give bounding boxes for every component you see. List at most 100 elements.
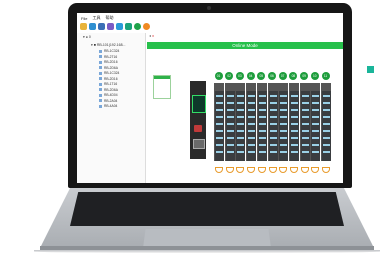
- io-module-header: [322, 83, 331, 91]
- slot-badge[interactable]: 01: [214, 72, 223, 80]
- coil-icon: [279, 167, 288, 173]
- tree-item[interactable]: RB-1C324: [99, 49, 119, 53]
- menu-help[interactable]: 帮助: [105, 15, 113, 21]
- tree-item[interactable]: RB-2T16: [99, 55, 117, 59]
- terminal-stripe: [237, 109, 245, 111]
- keyboard: [70, 192, 344, 226]
- io-module[interactable]: [321, 83, 331, 161]
- slot-badge[interactable]: 09: [300, 72, 309, 80]
- io-module-header: [279, 83, 289, 91]
- user-icon[interactable]: [125, 23, 132, 30]
- slot-badge[interactable]: 07: [278, 72, 287, 80]
- tree-node-rb101[interactable]: ▾ ■ RB-101(192.168...: [91, 43, 125, 47]
- terminal-stripe: [280, 144, 288, 146]
- io-module[interactable]: [310, 83, 321, 161]
- terminal-stripe: [258, 144, 266, 146]
- terminal-stripe: [216, 109, 223, 111]
- terminal-stripe: [280, 102, 288, 104]
- io-module[interactable]: [267, 83, 278, 161]
- io-module[interactable]: [278, 83, 289, 161]
- coil-icon: [257, 167, 266, 173]
- terminal-stripe: [301, 151, 309, 153]
- io-module[interactable]: [299, 83, 310, 161]
- slot-badge[interactable]: 05: [257, 72, 266, 80]
- terminal-stripe: [323, 116, 330, 118]
- slot-badge[interactable]: 08: [289, 72, 298, 80]
- tree-item[interactable]: RB-2D16: [99, 60, 118, 64]
- terminal-stripe: [290, 116, 298, 118]
- terminal-stripe: [301, 102, 309, 104]
- menu-file[interactable]: File: [81, 16, 87, 21]
- terminal-stripe: [323, 95, 330, 97]
- terminal-stripe: [248, 151, 256, 153]
- io-module[interactable]: [246, 83, 257, 161]
- terminal-stripe: [280, 137, 288, 139]
- terminal-stripe: [269, 123, 277, 125]
- io-module[interactable]: [214, 83, 224, 161]
- terminal-stripe: [216, 130, 223, 132]
- module-icon: [99, 93, 102, 97]
- mini-module-header: [154, 76, 170, 79]
- tree-item[interactable]: RB-1T16: [99, 82, 117, 86]
- terminal-stripe: [269, 130, 277, 132]
- device-icon[interactable]: [116, 23, 123, 30]
- slot-badge[interactable]: 11: [321, 72, 330, 80]
- tree-item[interactable]: RB-2A04: [99, 99, 117, 103]
- io-module-header: [215, 83, 224, 91]
- terminal-stripe: [258, 102, 266, 104]
- slot-badge[interactable]: 03: [235, 72, 244, 80]
- slot-badge[interactable]: 06: [268, 72, 276, 80]
- terminal-stripe: [237, 123, 245, 125]
- io-module-header: [247, 83, 257, 91]
- io-module[interactable]: [256, 83, 267, 161]
- module-icon: [99, 88, 102, 91]
- terminal-stripe: [312, 102, 320, 104]
- slot-badge[interactable]: 02: [225, 72, 234, 80]
- terminal-stripe: [237, 95, 245, 97]
- slot-badge[interactable]: 10: [310, 72, 319, 80]
- terminal-stripe: [258, 109, 266, 111]
- tree-root[interactable]: ▾ ● 0: [83, 35, 91, 39]
- monitor-icon[interactable]: [98, 23, 105, 30]
- io-module[interactable]: [288, 83, 299, 161]
- tree-item[interactable]: RB-4D04: [99, 93, 118, 97]
- io-module[interactable]: [235, 83, 246, 161]
- io-module[interactable]: [224, 83, 235, 161]
- terminal-stripe: [216, 137, 223, 139]
- folder-icon[interactable]: [80, 23, 87, 30]
- config-icon[interactable]: [107, 23, 114, 30]
- module-icon: [99, 49, 102, 53]
- terminal-stripe: [226, 123, 234, 125]
- terminal-stripe: [258, 123, 266, 125]
- terminal-stripe: [280, 151, 288, 153]
- terminal-stripe: [258, 130, 266, 132]
- tree-item[interactable]: RB-2D16: [99, 77, 118, 81]
- coil-icon: [311, 167, 320, 173]
- decorative-square: [367, 66, 374, 73]
- tree-item[interactable]: RB-4A04: [99, 104, 117, 108]
- device-tree-panel: ▾ ● 0 ▾ ■ RB-101(192.168... RB-1C324 RB-2…: [77, 33, 146, 183]
- tree-item[interactable]: RB-2D6A: [99, 88, 118, 92]
- terminal-stripe: [323, 102, 330, 104]
- terminal-stripe: [226, 116, 234, 118]
- module-icon: [99, 77, 102, 80]
- terminal-stripe: [312, 116, 320, 118]
- mini-module-preview: [153, 75, 171, 99]
- tree-item[interactable]: RB-2D6A: [99, 66, 118, 70]
- terminal-stripe: [248, 95, 256, 97]
- menu-tools[interactable]: 工具: [92, 15, 100, 21]
- tree-item-label: RB-2D6A: [104, 65, 118, 70]
- connect-icon[interactable]: [134, 23, 141, 30]
- disconnect-icon[interactable]: [143, 23, 150, 30]
- tree-item-label: RB-4A04: [104, 104, 118, 108]
- terminal-stripe: [290, 144, 298, 146]
- tree-item[interactable]: RB-1C324: [99, 71, 119, 75]
- tree-item-label: RB-1C324: [104, 49, 120, 53]
- terminal-stripe: [258, 116, 266, 118]
- terminal-stripe: [269, 95, 277, 97]
- tab-close-button[interactable]: x: [152, 33, 154, 38]
- slot-badge[interactable]: 04: [246, 72, 255, 80]
- terminal-stripe: [301, 95, 309, 97]
- terminal-stripe: [258, 137, 266, 139]
- save-icon[interactable]: [89, 23, 96, 30]
